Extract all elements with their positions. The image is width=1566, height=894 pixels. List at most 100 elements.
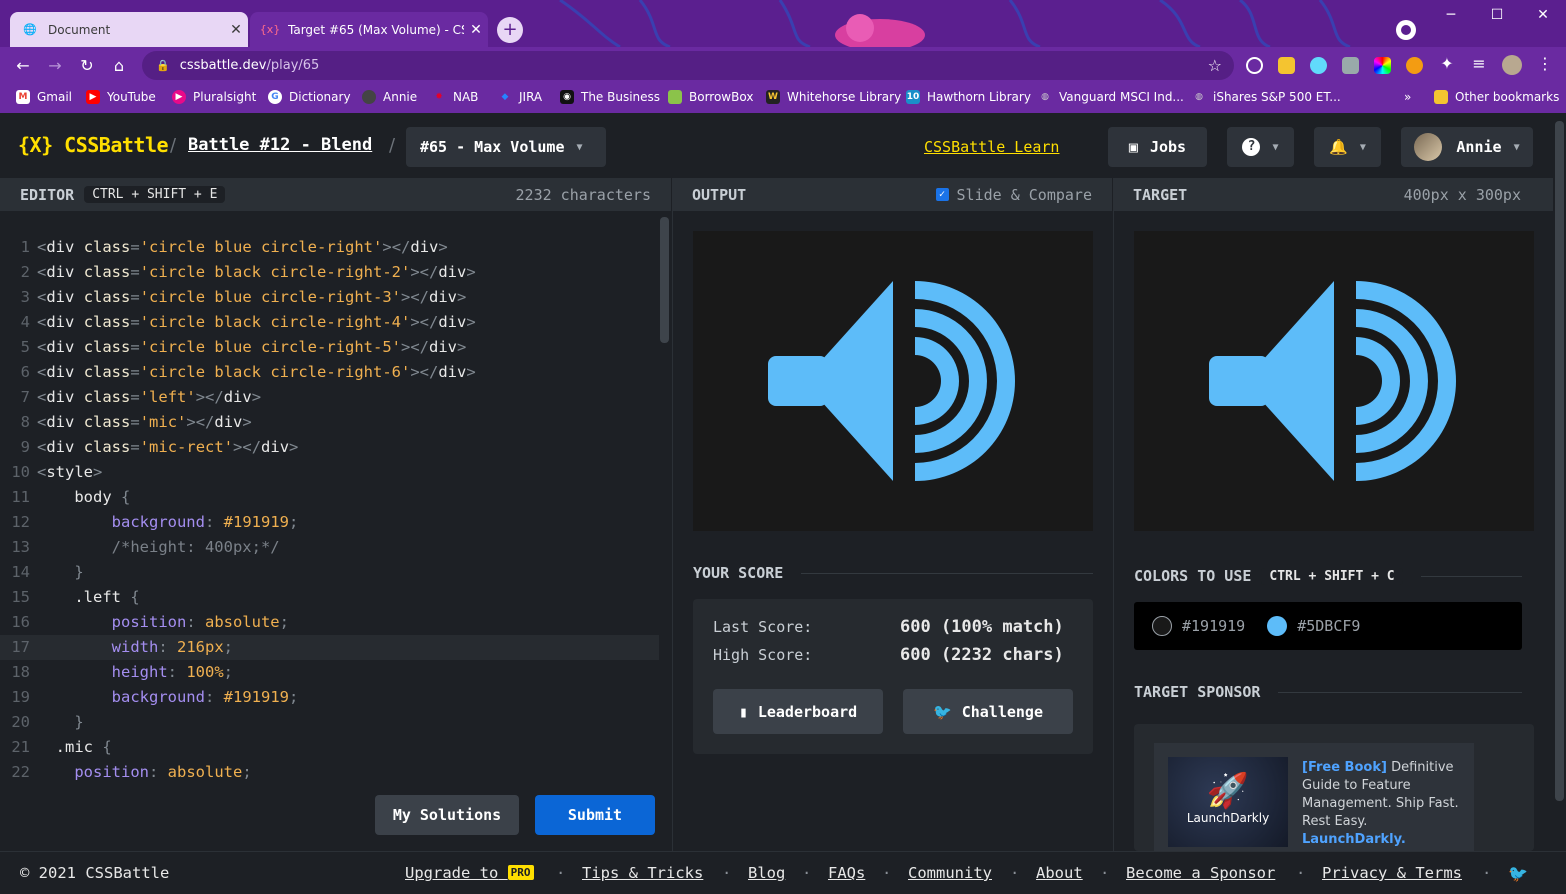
user-menu-button[interactable]: Annie ▼ bbox=[1401, 127, 1533, 167]
cssbattle-logo[interactable]: {X} CSSBattle bbox=[18, 133, 169, 157]
home-icon[interactable]: ⌂ bbox=[108, 55, 130, 77]
sponsor-link[interactable]: Become a Sponsor bbox=[1126, 864, 1275, 882]
color-hex[interactable]: #5DBCF9 bbox=[1297, 617, 1360, 635]
extension-icon[interactable] bbox=[1246, 57, 1263, 74]
code-line[interactable]: 19 background: #191919; bbox=[0, 685, 659, 710]
line-code[interactable]: } bbox=[37, 560, 83, 585]
close-window-icon[interactable]: ✕ bbox=[1520, 0, 1566, 30]
color-hex[interactable]: #191919 bbox=[1182, 617, 1245, 635]
close-tab-icon[interactable]: ✕ bbox=[464, 22, 488, 38]
line-code[interactable]: <div class='circle blue circle-right'></… bbox=[37, 235, 448, 260]
code-line[interactable]: 5 <div class='circle blue circle-right-5'… bbox=[0, 335, 659, 360]
ad-text[interactable]: [Free Book] Definitive Guide to Feature … bbox=[1302, 759, 1466, 849]
color-swatch[interactable] bbox=[1152, 616, 1172, 636]
scrollbar-thumb[interactable] bbox=[1555, 121, 1564, 801]
line-code[interactable]: <div class='circle black circle-right-4'… bbox=[37, 310, 476, 335]
code-line[interactable]: 1 <div class='circle blue circle-right'><… bbox=[0, 235, 659, 260]
submit-button[interactable]: Submit bbox=[535, 795, 655, 835]
code-line[interactable]: 3 <div class='circle blue circle-right-3'… bbox=[0, 285, 659, 310]
forward-icon[interactable]: → bbox=[44, 55, 66, 77]
code-line[interactable]: 11 body { bbox=[0, 485, 659, 510]
bookmark-hawthorn[interactable]: 10 Hawthorn Library bbox=[906, 90, 1031, 104]
sponsor-ad[interactable]: 🚀 LaunchDarkly [Free Book] Definitive Gu… bbox=[1154, 743, 1474, 851]
my-solutions-button[interactable]: My Solutions bbox=[375, 795, 519, 835]
line-code[interactable]: <div class='circle black circle-right-2'… bbox=[37, 260, 476, 285]
editor-scrollbar[interactable] bbox=[660, 217, 669, 343]
community-link[interactable]: Community bbox=[908, 864, 992, 882]
code-line[interactable]: 6 <div class='circle black circle-right-6… bbox=[0, 360, 659, 385]
avatar[interactable] bbox=[1502, 55, 1522, 75]
code-line[interactable]: 13 /*height: 400px;*/ bbox=[0, 535, 659, 560]
code-line[interactable]: 15 .left { bbox=[0, 585, 659, 610]
line-code[interactable]: } bbox=[37, 710, 83, 735]
line-code[interactable]: <div class='circle blue circle-right-5'>… bbox=[37, 335, 466, 360]
extension-icon[interactable] bbox=[1278, 57, 1295, 74]
bookmark-borrowbox[interactable]: BorrowBox bbox=[668, 90, 753, 104]
battle-link[interactable]: Battle #12 - Blend bbox=[188, 135, 372, 155]
color-picker-icon[interactable] bbox=[1374, 57, 1391, 74]
extension-icon[interactable] bbox=[1406, 57, 1423, 74]
bookmark-pluralsight[interactable]: ▶ Pluralsight bbox=[172, 90, 256, 104]
menu-icon[interactable]: ⋮ bbox=[1534, 53, 1556, 75]
back-icon[interactable]: ← bbox=[12, 55, 34, 77]
notifications-button[interactable]: 🔔 ▼ bbox=[1314, 127, 1381, 167]
line-code[interactable]: background: #191919; bbox=[37, 510, 299, 535]
line-code[interactable]: <div class='mic'></div> bbox=[37, 410, 252, 435]
launchdarkly-logo[interactable]: 🚀 LaunchDarkly bbox=[1168, 757, 1288, 847]
leaderboard-button[interactable]: ▮ Leaderboard bbox=[713, 689, 883, 734]
line-code[interactable]: <div class='circle blue circle-right-3'>… bbox=[37, 285, 466, 310]
about-link[interactable]: About bbox=[1036, 864, 1083, 882]
maximize-icon[interactable]: ☐ bbox=[1474, 0, 1520, 30]
bookmark-youtube[interactable]: ▶ YouTube bbox=[86, 90, 156, 104]
bookmark-ishares[interactable]: ◍ iShares S&P 500 ET... bbox=[1192, 90, 1341, 104]
code-line[interactable]: 14 } bbox=[0, 560, 659, 585]
twitter-icon[interactable]: 🐦 bbox=[1508, 864, 1528, 883]
line-code[interactable]: width: 216px; bbox=[37, 635, 233, 660]
target-canvas[interactable] bbox=[1134, 231, 1534, 531]
privacy-link[interactable]: Privacy & Terms bbox=[1322, 864, 1462, 882]
code-line[interactable]: 4 <div class='circle black circle-right-4… bbox=[0, 310, 659, 335]
bookmark-gmail[interactable]: M Gmail bbox=[16, 90, 72, 104]
jobs-button[interactable]: ▣ Jobs bbox=[1108, 127, 1207, 167]
reload-icon[interactable]: ↻ bbox=[76, 55, 98, 77]
line-code[interactable]: position: absolute; bbox=[37, 610, 289, 635]
reading-list-icon[interactable]: ≡ bbox=[1468, 53, 1490, 75]
profile-icon[interactable] bbox=[1396, 20, 1416, 40]
slide-compare-checkbox[interactable]: ✓ bbox=[935, 188, 949, 201]
bookmark-vanguard[interactable]: ◍ Vanguard MSCI Ind... bbox=[1038, 90, 1184, 104]
line-code[interactable]: <div class='mic-rect'></div> bbox=[37, 435, 298, 460]
extension-icon[interactable] bbox=[1342, 57, 1359, 74]
bookmark-nab[interactable]: ✸ NAB bbox=[432, 90, 478, 104]
code-line[interactable]: 12 background: #191919; bbox=[0, 510, 659, 535]
code-line[interactable]: 7 <div class='left'></div> bbox=[0, 385, 659, 410]
line-code[interactable]: height: 100%; bbox=[37, 660, 233, 685]
bookmark-star-icon[interactable]: ☆ bbox=[1208, 56, 1222, 75]
bookmark-whitehorse[interactable]: W Whitehorse Library bbox=[766, 90, 901, 104]
line-code[interactable]: <div class='left'></div> bbox=[37, 385, 261, 410]
target-dropdown[interactable]: #65 - Max Volume ▼ bbox=[406, 127, 606, 167]
code-line[interactable]: 20 } bbox=[0, 710, 659, 735]
address-bar[interactable]: 🔒 cssbattle.dev/play/65 ☆ bbox=[142, 51, 1234, 80]
code-line[interactable]: 22 position: absolute; bbox=[0, 760, 659, 785]
bookmarks-overflow[interactable]: » bbox=[1404, 90, 1411, 104]
tab-cssbattle[interactable]: {x} Target #65 (Max Volume) - CSSBattle … bbox=[250, 12, 488, 47]
code-line[interactable]: 9 <div class='mic-rect'></div> bbox=[0, 435, 659, 460]
line-code[interactable]: body { bbox=[37, 485, 130, 510]
code-line[interactable]: 21 .mic { bbox=[0, 735, 659, 760]
line-code[interactable]: /*height: 400px;*/ bbox=[37, 535, 280, 560]
code-line[interactable]: 17 width: 216px; bbox=[0, 635, 659, 660]
ad-link[interactable]: LaunchDarkly. bbox=[1302, 832, 1406, 847]
line-code[interactable]: position: absolute; bbox=[37, 760, 251, 785]
faqs-link[interactable]: FAQs bbox=[828, 864, 865, 882]
line-code[interactable]: <style> bbox=[37, 460, 102, 485]
output-canvas[interactable] bbox=[693, 231, 1093, 531]
line-code[interactable]: <div class='circle black circle-right-6'… bbox=[37, 360, 476, 385]
slide-compare-label[interactable]: Slide & Compare bbox=[957, 186, 1092, 204]
code-line[interactable]: 18 height: 100%; bbox=[0, 660, 659, 685]
close-tab-icon[interactable]: ✕ bbox=[224, 22, 248, 38]
bookmark-dictionary[interactable]: G Dictionary bbox=[268, 90, 351, 104]
tips-link[interactable]: Tips & Tricks bbox=[582, 864, 703, 882]
code-lines[interactable]: 1 <div class='circle blue circle-right'><… bbox=[0, 235, 659, 785]
tab-document[interactable]: 🌐 Document ✕ bbox=[10, 12, 248, 47]
help-button[interactable]: ? ▼ bbox=[1227, 127, 1294, 167]
